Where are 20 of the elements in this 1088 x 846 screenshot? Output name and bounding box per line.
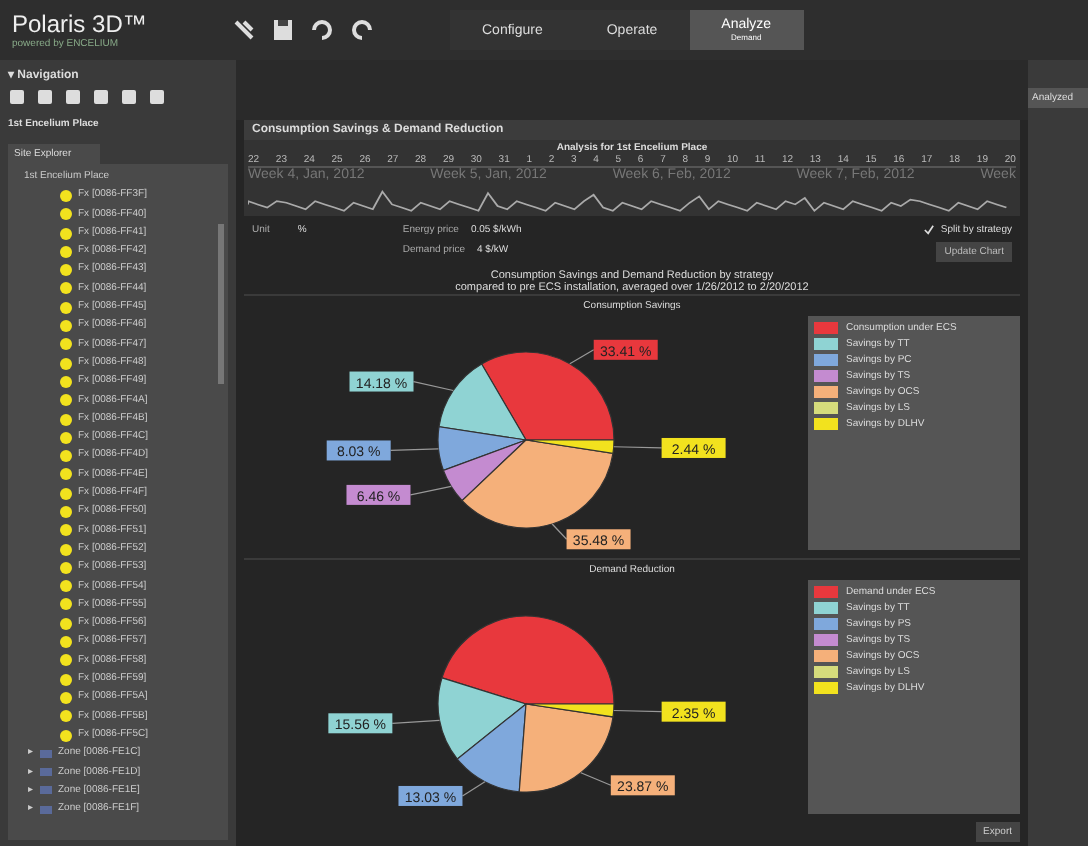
save-icon[interactable] [272, 18, 294, 42]
legend-swatch [814, 666, 838, 678]
checkmark-icon[interactable] [924, 224, 935, 236]
legend-swatch [814, 586, 838, 598]
legend-swatch [814, 386, 838, 398]
legend-swatch [814, 370, 838, 382]
legend-swatch [814, 650, 838, 662]
legend-swatch [814, 682, 838, 694]
legend-swatch [814, 618, 838, 630]
legend-swatch [814, 338, 838, 350]
redo-icon[interactable] [350, 18, 374, 42]
legend-swatch [814, 402, 838, 414]
app-logo: Polaris 3D™ [12, 10, 149, 38]
legend-swatch [814, 322, 838, 334]
legend-swatch [814, 634, 838, 646]
undo-icon[interactable] [310, 18, 334, 42]
legend-swatch [814, 602, 838, 614]
legend-swatch [814, 354, 838, 366]
legend-swatch [814, 418, 838, 430]
scrollbar[interactable] [218, 224, 224, 384]
